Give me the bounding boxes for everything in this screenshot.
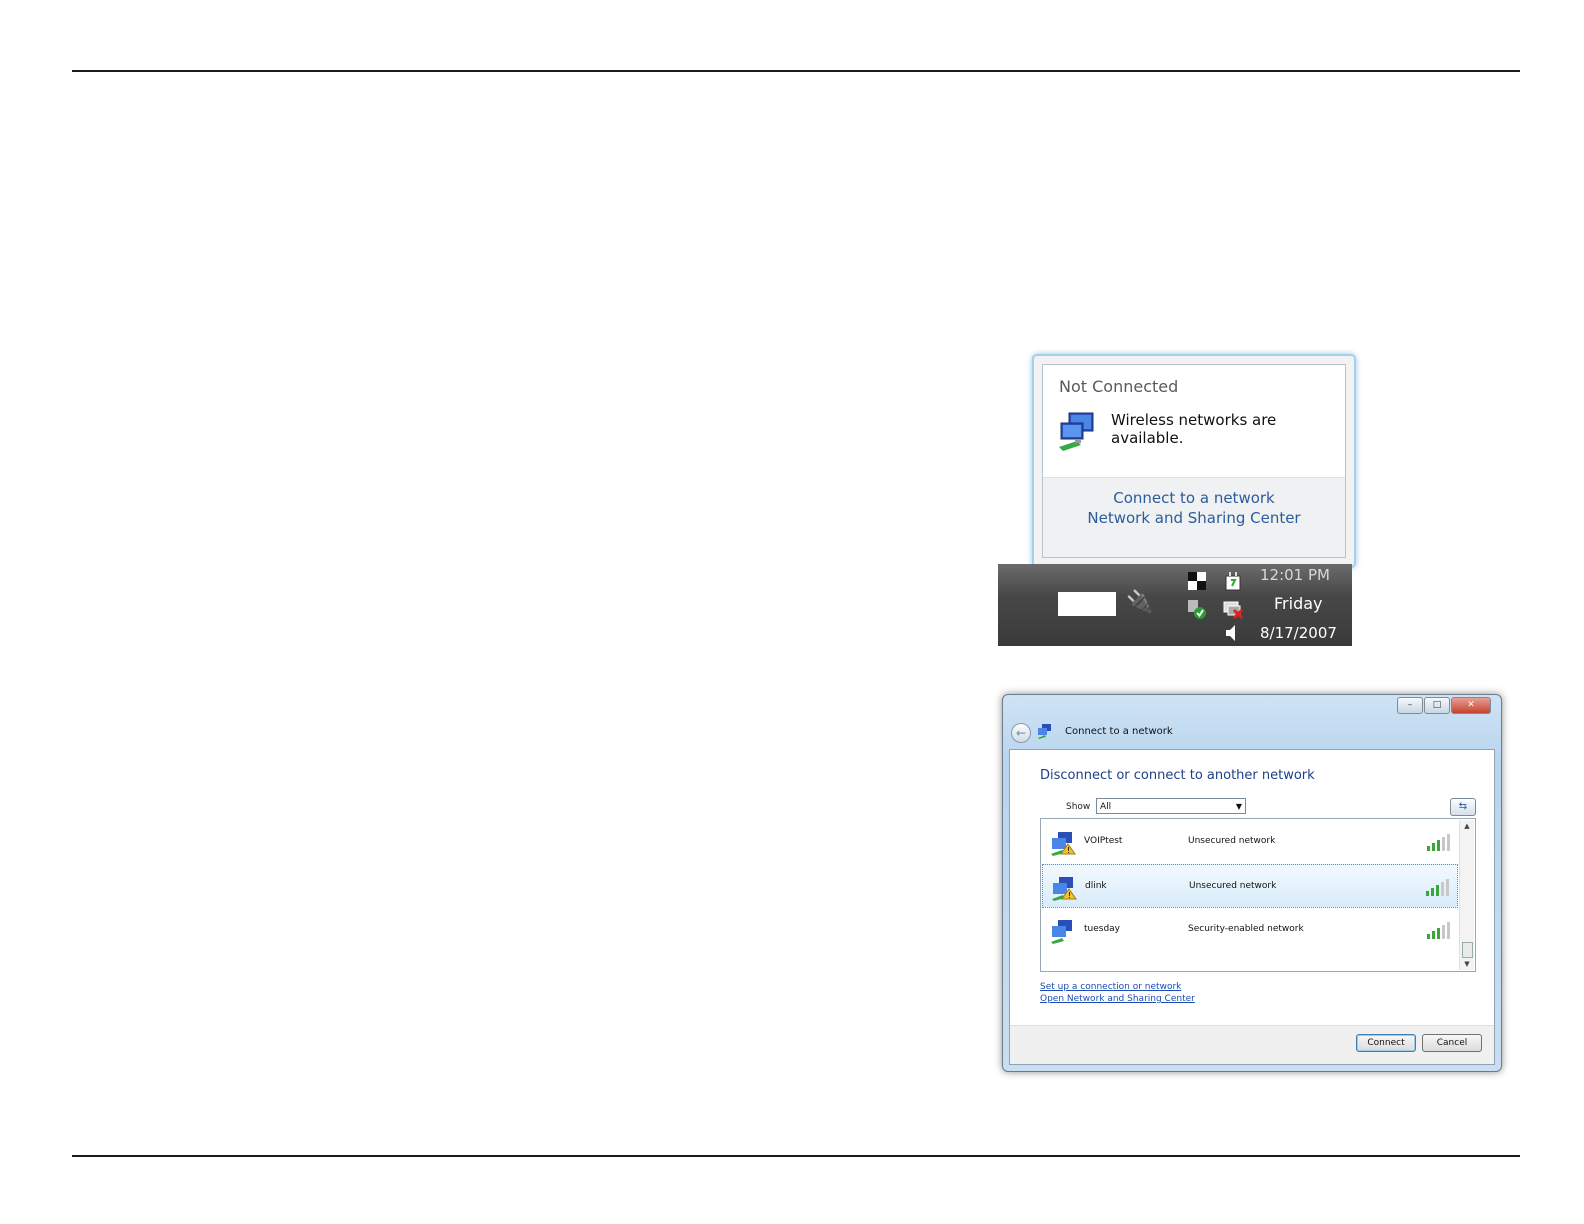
signal-strength-icon	[1426, 879, 1449, 896]
volume-speaker-icon[interactable]	[1222, 622, 1244, 644]
network-list: ! VOIPtest Unsecured network ! dlink Uns…	[1040, 818, 1476, 972]
network-name: VOIPtest	[1084, 836, 1123, 846]
network-list-scrollbar[interactable]: ▲ ▼	[1459, 820, 1474, 970]
clock-time[interactable]: 12:01 PM	[1260, 566, 1330, 584]
open-sharing-center-link[interactable]: Open Network and Sharing Center	[1040, 994, 1195, 1004]
scroll-down-icon[interactable]: ▼	[1460, 958, 1474, 970]
connect-to-network-link[interactable]: Connect to a network	[1043, 488, 1345, 508]
network-icon	[1038, 724, 1051, 739]
dialog-footer: Connect Cancel	[1010, 1025, 1494, 1064]
signal-strength-icon	[1427, 834, 1450, 851]
show-filter-value: All	[1100, 802, 1112, 812]
connect-to-network-dialog: – □ ✕ ← Connect to a network Disconnect …	[1002, 694, 1502, 1072]
checkered-icon[interactable]	[1186, 570, 1208, 592]
svg-text:!: !	[1068, 891, 1071, 900]
header-rule	[72, 70, 1520, 72]
secured-network-icon	[1051, 920, 1072, 944]
network-sharing-center-link[interactable]: Network and Sharing Center	[1043, 508, 1345, 528]
refresh-arrows-icon: ⇆	[1458, 801, 1468, 812]
connect-button[interactable]: Connect	[1356, 1034, 1416, 1052]
balloon-body: Not Connected Wireless networks are avai…	[1042, 364, 1346, 558]
network-security: Unsecured network	[1189, 881, 1277, 891]
setup-connection-link[interactable]: Set up a connection or network	[1040, 982, 1181, 992]
network-row-selected[interactable]: ! dlink Unsecured network	[1042, 864, 1458, 908]
tray-notification-area: Not Connected Wireless networks are avai…	[998, 354, 1358, 646]
window-caption-buttons: – □ ✕	[1397, 697, 1491, 714]
scroll-thumb[interactable]	[1462, 942, 1473, 958]
network-row[interactable]: tuesday Security-enabled network	[1042, 908, 1458, 952]
dialog-title: Connect to a network	[1065, 726, 1173, 737]
dialog-heading: Disconnect or connect to another network	[1040, 768, 1315, 783]
clock-day[interactable]: Friday	[1274, 594, 1323, 613]
maximize-button[interactable]: □	[1424, 697, 1450, 714]
clock-date[interactable]: 8/17/2007	[1260, 624, 1337, 642]
unsecured-network-icon: !	[1052, 877, 1077, 901]
security-center-icon[interactable]	[1186, 598, 1208, 620]
network-computers-icon	[1059, 412, 1094, 451]
cancel-button[interactable]: Cancel	[1422, 1034, 1482, 1052]
chevron-down-icon: ▼	[1235, 802, 1242, 811]
close-button[interactable]: ✕	[1451, 697, 1491, 714]
show-filter-dropdown[interactable]: All ▼	[1096, 798, 1246, 814]
network-security: Security-enabled network	[1188, 924, 1304, 934]
back-arrow-icon[interactable]: ←	[1011, 723, 1031, 743]
power-plug-icon[interactable]: 🔌	[1126, 590, 1153, 615]
battery-power-icon[interactable]	[1222, 570, 1244, 592]
network-disconnected-icon[interactable]	[1222, 598, 1244, 620]
balloon-links: Connect to a network Network and Sharing…	[1043, 477, 1345, 557]
footer-rule	[72, 1155, 1520, 1157]
unsecured-network-icon: !	[1051, 832, 1076, 856]
taskbar-tray: 🔌 12:01 PM Friday 8/17/2007	[998, 564, 1352, 646]
network-name: dlink	[1085, 881, 1107, 891]
balloon-title: Not Connected	[1059, 377, 1179, 396]
scroll-up-icon[interactable]: ▲	[1460, 820, 1474, 832]
network-name: tuesday	[1084, 924, 1121, 934]
dialog-content: Disconnect or connect to another network…	[1009, 749, 1495, 1065]
network-security: Unsecured network	[1188, 836, 1276, 846]
signal-strength-icon	[1427, 922, 1450, 939]
minimize-button[interactable]: –	[1397, 697, 1423, 714]
notification-balloon[interactable]: Not Connected Wireless networks are avai…	[1032, 354, 1356, 568]
show-label: Show	[1066, 802, 1091, 812]
network-row[interactable]: ! VOIPtest Unsecured network	[1042, 820, 1458, 864]
svg-text:!: !	[1067, 846, 1070, 855]
redacted-area	[1058, 592, 1116, 616]
balloon-message: Wireless networks are available.	[1111, 411, 1277, 447]
refresh-button[interactable]: ⇆	[1450, 798, 1476, 816]
